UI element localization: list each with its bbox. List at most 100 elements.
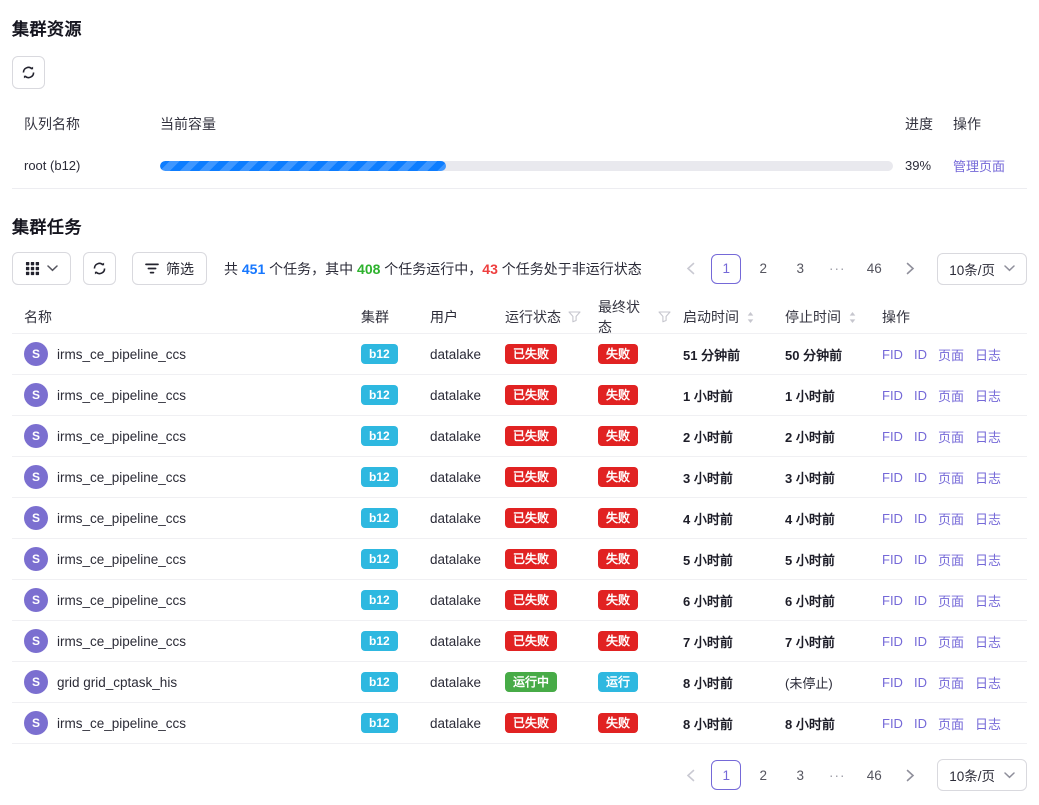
action-日志-link[interactable]: 日志	[975, 673, 1001, 692]
action-日志-link[interactable]: 日志	[975, 632, 1001, 651]
action-fid-link[interactable]: FID	[882, 388, 903, 403]
action-fid-link[interactable]: FID	[882, 552, 903, 567]
action-fid-link[interactable]: FID	[882, 634, 903, 649]
page-size-value: 10条/页	[949, 259, 995, 279]
avatar: S	[24, 629, 48, 653]
pagination-next-button[interactable]	[896, 761, 924, 789]
pagination-ellipsis[interactable]: ···	[822, 254, 852, 284]
run-status-badge: 已失败	[505, 549, 557, 569]
action-id-link[interactable]: ID	[914, 593, 927, 608]
action-日志-link[interactable]: 日志	[975, 550, 1001, 569]
pagination-ellipsis[interactable]: ···	[822, 760, 852, 790]
resources-refresh-button[interactable]	[12, 56, 45, 89]
run-status-badge: 已失败	[505, 713, 557, 733]
progress-value: 39%	[893, 158, 941, 173]
summary-not-running-count: 43	[482, 261, 498, 277]
run-status-cell: 运行中	[493, 672, 586, 692]
action-fid-link[interactable]: FID	[882, 511, 903, 526]
resources-table-header: 队列名称 当前容量 进度 操作	[12, 105, 1027, 143]
pagination-page-3[interactable]: 3	[785, 254, 815, 284]
action-页面-link[interactable]: 页面	[938, 345, 964, 364]
action-id-link[interactable]: ID	[914, 552, 927, 567]
pagination-page-2[interactable]: 2	[748, 760, 778, 790]
cluster-cell: b12	[349, 713, 418, 733]
action-日志-link[interactable]: 日志	[975, 468, 1001, 487]
action-fid-link[interactable]: FID	[882, 347, 903, 362]
cluster-cell: b12	[349, 549, 418, 569]
manage-page-link[interactable]: 管理页面	[953, 159, 1005, 174]
columns-grid-button[interactable]	[12, 252, 71, 285]
action-id-link[interactable]: ID	[914, 388, 927, 403]
row-actions: FID ID 页面日志	[870, 386, 1027, 405]
start-time: 2 小时前	[671, 427, 773, 446]
action-页面-link[interactable]: 页面	[938, 673, 964, 692]
action-fid-link[interactable]: FID	[882, 675, 903, 690]
action-id-link[interactable]: ID	[914, 511, 927, 526]
action-id-link[interactable]: ID	[914, 634, 927, 649]
sort-icon[interactable]	[848, 311, 857, 324]
pagination-page-1[interactable]: 1	[711, 760, 741, 790]
action-id-link[interactable]: ID	[914, 675, 927, 690]
action-id-link[interactable]: ID	[914, 716, 927, 731]
summary-text: 个任务，其中	[265, 261, 357, 277]
pagination-page-46[interactable]: 46	[859, 254, 889, 284]
refresh-icon	[92, 261, 107, 276]
page-size-select[interactable]: 10条/页	[937, 253, 1027, 285]
chevron-down-icon	[1004, 265, 1015, 272]
avatar: S	[24, 547, 48, 571]
pagination-page-46[interactable]: 46	[859, 760, 889, 790]
run-status-badge: 已失败	[505, 631, 557, 651]
filter-button-label: 筛选	[166, 259, 194, 279]
pagination-prev-button[interactable]	[676, 255, 704, 283]
action-日志-link[interactable]: 日志	[975, 509, 1001, 528]
sort-icon[interactable]	[746, 311, 755, 324]
action-页面-link[interactable]: 页面	[938, 714, 964, 733]
tasks-title: 集群任务	[12, 213, 1027, 238]
cluster-badge: b12	[361, 631, 398, 651]
run-status-cell: 已失败	[493, 549, 586, 569]
action-id-link[interactable]: ID	[914, 429, 927, 444]
task-name: grid grid_cptask_his	[57, 675, 177, 690]
pagination-prev-button[interactable]	[676, 761, 704, 789]
action-页面-link[interactable]: 页面	[938, 427, 964, 446]
summary-text: 个任务处于非运行状态	[498, 261, 642, 277]
task-name: irms_ce_pipeline_ccs	[57, 470, 186, 485]
action-页面-link[interactable]: 页面	[938, 386, 964, 405]
action-日志-link[interactable]: 日志	[975, 714, 1001, 733]
cluster-cell: b12	[349, 590, 418, 610]
pagination-page-2[interactable]: 2	[748, 254, 778, 284]
capacity-progress-bar	[160, 161, 893, 171]
pagination-page-1[interactable]: 1	[711, 254, 741, 284]
action-fid-link[interactable]: FID	[882, 716, 903, 731]
tasks-refresh-button[interactable]	[83, 252, 116, 285]
row-actions: FID ID 页面日志	[870, 632, 1027, 651]
action-日志-link[interactable]: 日志	[975, 427, 1001, 446]
action-fid-link[interactable]: FID	[882, 593, 903, 608]
pagination-next-button[interactable]	[896, 255, 924, 283]
action-fid-link[interactable]: FID	[882, 470, 903, 485]
cluster-badge: b12	[361, 426, 398, 446]
page-size-select[interactable]: 10条/页	[937, 759, 1027, 791]
cluster-resources-section: 集群资源 队列名称 当前容量 进度 操作 root (b12)	[12, 15, 1027, 189]
page-size-value: 10条/页	[949, 765, 995, 785]
pagination-page-3[interactable]: 3	[785, 760, 815, 790]
name-cell: S irms_ce_pipeline_ccs	[12, 711, 349, 735]
action-页面-link[interactable]: 页面	[938, 632, 964, 651]
action-id-link[interactable]: ID	[914, 470, 927, 485]
queue-name: root (b12)	[12, 158, 148, 173]
action-日志-link[interactable]: 日志	[975, 591, 1001, 610]
action-页面-link[interactable]: 页面	[938, 550, 964, 569]
filter-button[interactable]: 筛选	[132, 252, 207, 285]
action-日志-link[interactable]: 日志	[975, 345, 1001, 364]
run-status-badge: 运行中	[505, 672, 557, 692]
action-页面-link[interactable]: 页面	[938, 591, 964, 610]
funnel-filter-icon[interactable]	[568, 311, 581, 323]
action-id-link[interactable]: ID	[914, 347, 927, 362]
funnel-filter-icon[interactable]	[658, 311, 671, 323]
action-日志-link[interactable]: 日志	[975, 386, 1001, 405]
action-fid-link[interactable]: FID	[882, 429, 903, 444]
action-页面-link[interactable]: 页面	[938, 468, 964, 487]
pagination-pages: 123···46	[711, 254, 889, 284]
task-name: irms_ce_pipeline_ccs	[57, 388, 186, 403]
action-页面-link[interactable]: 页面	[938, 509, 964, 528]
